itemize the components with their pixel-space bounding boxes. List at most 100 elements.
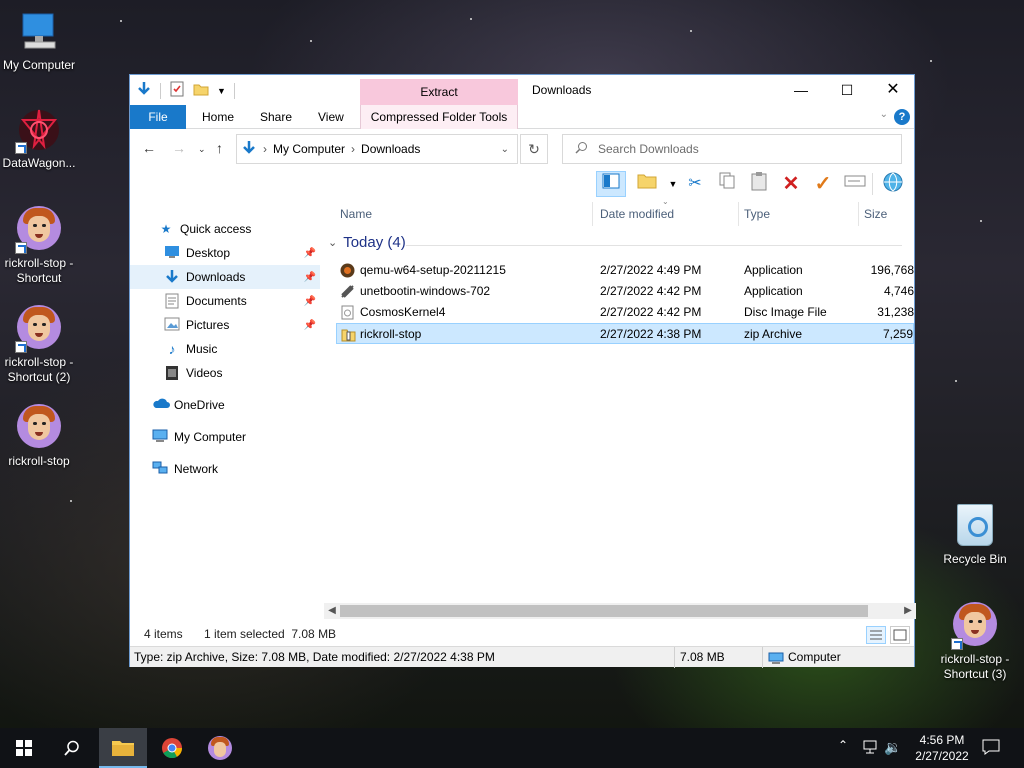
pin-icon[interactable]: 📌 xyxy=(304,320,316,331)
clock[interactable]: 4:56 PM 2/27/2022 xyxy=(912,732,972,764)
search-box[interactable]: Search Downloads xyxy=(562,134,902,164)
file-name: rickroll-stop xyxy=(360,327,422,341)
sidebar-item-network[interactable]: Network xyxy=(130,457,320,481)
cut-icon[interactable]: ✂ xyxy=(682,171,708,197)
desktop-icon-my-computer[interactable]: My Computer xyxy=(0,8,78,73)
pin-icon[interactable]: 📌 xyxy=(304,296,316,307)
desktop-icon-rickroll-shortcut-2[interactable]: rickroll-stop - Shortcut (2) xyxy=(0,305,78,385)
sort-arrow-icon: ⌄ xyxy=(662,197,669,206)
network-status-icon[interactable] xyxy=(862,740,878,757)
show-hidden-icons-chevron-icon[interactable]: ⌃ xyxy=(838,738,848,752)
notifications-icon[interactable] xyxy=(982,739,1000,758)
group-header[interactable]: ⌄ Today (4) xyxy=(328,234,406,251)
scroll-right-arrow-icon[interactable]: ▶ xyxy=(900,603,916,619)
file-type: Disc Image File xyxy=(744,305,827,319)
sidebar-item-videos[interactable]: Videos xyxy=(130,361,320,385)
close-button[interactable]: ✕ xyxy=(870,75,916,105)
download-folder-icon xyxy=(164,269,180,285)
rename-icon[interactable] xyxy=(842,171,868,197)
shortcut-arrow-icon xyxy=(951,638,963,650)
back-arrow-icon[interactable]: ← xyxy=(142,140,156,156)
recent-locations-icon[interactable]: ⌄ xyxy=(198,144,206,155)
horizontal-scrollbar[interactable]: ◀ ▶ xyxy=(324,603,916,619)
address-bar[interactable]: › My Computer › Downloads ⌄ xyxy=(236,134,518,164)
sidebar-item-music[interactable]: ♪ Music xyxy=(130,337,320,361)
help-icon[interactable]: ? xyxy=(894,109,910,125)
desktop-icon-datawagon[interactable]: DataWagon... xyxy=(0,106,78,171)
tab-file[interactable]: File xyxy=(130,105,186,129)
sidebar-item-documents[interactable]: Documents 📌 xyxy=(130,289,320,313)
column-divider[interactable] xyxy=(738,202,739,226)
qat-dropdown-icon[interactable]: ▼ xyxy=(217,86,226,96)
desktop-icon-rickroll-shortcut-3[interactable]: rickroll-stop - Shortcut (3) xyxy=(936,602,1014,682)
sidebar-item-quick-access[interactable]: ★ Quick access xyxy=(130,217,320,241)
new-folder-icon[interactable] xyxy=(193,81,209,100)
sidebar-item-desktop[interactable]: Desktop 📌 xyxy=(130,241,320,265)
tab-share[interactable]: Share xyxy=(246,105,306,129)
column-header-size[interactable]: Size xyxy=(864,200,887,228)
details-location: Computer xyxy=(788,650,841,664)
file-explorer-taskbar-button[interactable] xyxy=(99,728,147,768)
paste-icon[interactable] xyxy=(746,171,772,197)
properties-icon[interactable] xyxy=(169,81,185,100)
search-input[interactable]: Search Downloads xyxy=(598,142,699,156)
breadcrumb-separator-icon[interactable]: › xyxy=(263,142,267,156)
minimize-button[interactable]: — xyxy=(778,75,824,105)
breadcrumb-separator-icon[interactable]: › xyxy=(351,142,355,156)
table-row[interactable]: CosmosKernel4 2/27/2022 4:42 PM Disc Ima… xyxy=(336,302,914,323)
desktop-icon-rickroll[interactable]: rickroll-stop xyxy=(0,404,78,469)
column-divider[interactable] xyxy=(592,202,593,226)
disc-image-icon xyxy=(340,305,355,320)
file-explorer-window: ▼ Extract Downloads — ☐ ✕ File Home Shar… xyxy=(129,74,916,668)
pin-icon[interactable]: 📌 xyxy=(304,248,316,259)
column-header-name[interactable]: Name xyxy=(340,200,372,228)
file-name: qemu-w64-setup-20211215 xyxy=(360,263,506,277)
forward-arrow-icon[interactable]: → xyxy=(172,140,186,156)
copy-icon[interactable] xyxy=(714,171,740,197)
sidebar-item-downloads[interactable]: Downloads 📌 xyxy=(130,265,320,289)
details-view-icon[interactable] xyxy=(866,626,886,644)
sidebar-item-pictures[interactable]: Pictures 📌 xyxy=(130,313,320,337)
scroll-left-arrow-icon[interactable]: ◀ xyxy=(324,603,340,619)
shortcut-arrow-icon xyxy=(15,142,27,154)
column-header-type[interactable]: Type xyxy=(744,200,770,228)
start-button[interactable] xyxy=(0,728,48,768)
globe-icon[interactable] xyxy=(880,171,906,197)
sidebar-item-onedrive[interactable]: OneDrive xyxy=(130,393,320,417)
tab-view[interactable]: View xyxy=(304,105,358,129)
shortcut-arrow-icon xyxy=(15,341,27,353)
pin-icon[interactable]: 📌 xyxy=(304,272,316,283)
scrollbar-thumb[interactable] xyxy=(340,605,868,617)
checkmark-icon[interactable]: ✓ xyxy=(810,171,836,197)
column-divider[interactable] xyxy=(858,202,859,226)
sidebar-item-label: Desktop xyxy=(186,246,231,260)
file-size: 4,746 xyxy=(883,284,914,298)
table-row[interactable]: unetbootin-windows-702 2/27/2022 4:42 PM… xyxy=(336,281,914,302)
desktop-icon-recycle-bin[interactable]: Recycle Bin xyxy=(936,504,1014,567)
sidebar-item-my-computer[interactable]: My Computer xyxy=(130,425,320,449)
breadcrumb-downloads[interactable]: Downloads xyxy=(361,142,420,156)
volume-icon[interactable]: 🔉 xyxy=(884,739,901,756)
documents-folder-icon xyxy=(164,293,180,309)
chrome-taskbar-button[interactable] xyxy=(148,728,196,768)
up-arrow-icon[interactable]: ↑ xyxy=(216,140,223,156)
tab-home[interactable]: Home xyxy=(188,105,248,129)
address-dropdown-icon[interactable]: ⌄ xyxy=(501,144,509,155)
new-folder-icon[interactable] xyxy=(634,171,660,197)
refresh-button[interactable]: ↻ xyxy=(520,134,548,164)
title-bar[interactable]: ▼ Extract Downloads — ☐ ✕ xyxy=(130,75,914,105)
large-icons-view-icon[interactable] xyxy=(890,626,910,644)
tab-compressed-folder-tools[interactable]: Compressed Folder Tools xyxy=(360,105,518,129)
maximize-button[interactable]: ☐ xyxy=(824,75,870,105)
table-row-selected[interactable]: rickroll-stop 2/27/2022 4:38 PM zip Arch… xyxy=(336,323,914,344)
desktop-icon-rickroll-shortcut[interactable]: rickroll-stop - Shortcut xyxy=(0,206,78,286)
rickroll-taskbar-button[interactable] xyxy=(196,728,244,768)
search-button[interactable] xyxy=(48,728,96,768)
breadcrumb-my-computer[interactable]: My Computer xyxy=(273,142,345,156)
table-row[interactable]: qemu-w64-setup-20211215 2/27/2022 4:49 P… xyxy=(336,260,914,281)
ribbon-collapse-icon[interactable]: ⌄ xyxy=(880,109,888,120)
computer-icon xyxy=(152,429,168,445)
preview-pane-icon[interactable] xyxy=(596,171,626,197)
file-date: 2/27/2022 4:38 PM xyxy=(600,327,702,341)
delete-icon[interactable]: ✕ xyxy=(778,171,804,197)
